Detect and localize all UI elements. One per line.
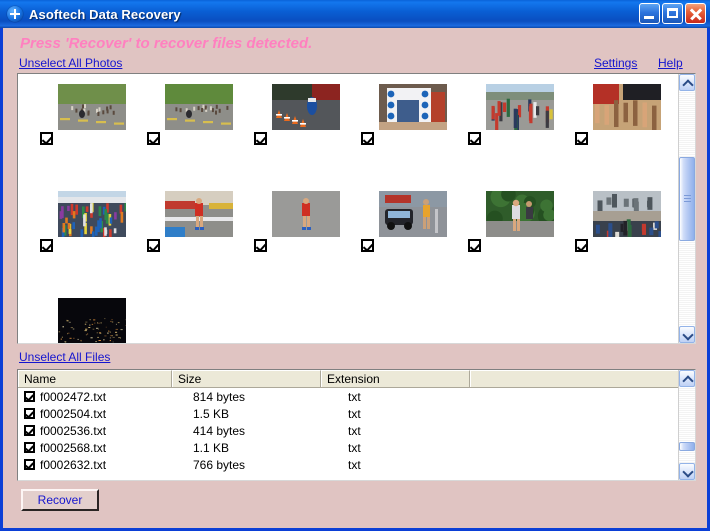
file-name: f0002632.txt: [40, 458, 188, 472]
file-size: 814 bytes: [188, 390, 343, 404]
file-list-panel[interactable]: NameSizeExtension f0002472.txt814 bytest…: [17, 369, 696, 481]
instruction-banner: Press 'Recover' to recover files detecte…: [20, 35, 312, 52]
application-window: Asoftech Data Recovery Press 'Recover' t…: [0, 0, 710, 531]
photo-checkbox[interactable]: [40, 239, 53, 252]
file-size: 1.5 KB: [188, 407, 343, 421]
column-header-blank[interactable]: [470, 370, 679, 387]
file-name: f0002536.txt: [40, 424, 188, 438]
photo-item[interactable]: [254, 191, 354, 269]
scroll-up-arrow[interactable]: [679, 370, 695, 387]
photo-checkbox[interactable]: [468, 132, 481, 145]
photo-checkbox[interactable]: [40, 132, 53, 145]
photo-item[interactable]: [40, 298, 140, 343]
photo-checkbox[interactable]: [147, 132, 160, 145]
file-checkbox[interactable]: [24, 408, 35, 419]
file-row[interactable]: f0002568.txt1.1 KBtxt: [18, 439, 679, 456]
file-checkbox[interactable]: [24, 391, 35, 402]
maximize-button[interactable]: [662, 3, 683, 24]
title-bar[interactable]: Asoftech Data Recovery: [0, 0, 710, 28]
column-header-extension[interactable]: Extension: [321, 370, 470, 387]
photo-thumbnail[interactable]: [272, 191, 340, 237]
file-name: f0002504.txt: [40, 407, 188, 421]
client-area: Press 'Recover' to recover files detecte…: [3, 28, 707, 528]
photo-thumbnail-panel[interactable]: [17, 73, 696, 344]
file-extension: txt: [343, 407, 497, 421]
file-vertical-scrollbar[interactable]: [678, 370, 695, 480]
photo-item[interactable]: [575, 84, 675, 162]
file-size: 414 bytes: [188, 424, 343, 438]
photo-thumbnail[interactable]: [379, 191, 447, 237]
file-row[interactable]: f0002504.txt1.5 KBtxt: [18, 405, 679, 422]
photo-checkbox[interactable]: [575, 239, 588, 252]
photo-item[interactable]: [361, 191, 461, 269]
file-checkbox[interactable]: [24, 442, 35, 453]
file-row[interactable]: f0002472.txt814 bytestxt: [18, 388, 679, 405]
photo-thumbnail[interactable]: [58, 84, 126, 130]
file-size: 766 bytes: [188, 458, 343, 472]
photo-checkbox[interactable]: [468, 239, 481, 252]
file-name: f0002568.txt: [40, 441, 188, 455]
photo-item[interactable]: [254, 84, 354, 162]
photo-scroll-viewport: [18, 74, 678, 343]
photo-item[interactable]: [147, 84, 247, 162]
unselect-all-files-link[interactable]: Unselect All Files: [19, 350, 110, 364]
file-list-rows: f0002472.txt814 bytestxtf0002504.txt1.5 …: [18, 388, 679, 473]
scroll-down-arrow[interactable]: [679, 463, 695, 480]
photo-item[interactable]: [468, 191, 568, 269]
photo-thumbnail[interactable]: [272, 84, 340, 130]
photo-checkbox[interactable]: [361, 132, 374, 145]
photo-thumbnail[interactable]: [165, 191, 233, 237]
file-row[interactable]: f0002536.txt414 bytestxt: [18, 422, 679, 439]
photo-thumbnail[interactable]: [593, 84, 661, 130]
scroll-down-arrow[interactable]: [679, 326, 695, 343]
file-scroll-thumb[interactable]: [679, 442, 695, 451]
file-extension: txt: [343, 390, 497, 404]
photo-item[interactable]: [40, 191, 140, 269]
file-extension: txt: [343, 458, 497, 472]
photo-scroll-thumb[interactable]: [679, 157, 695, 242]
file-scroll-track[interactable]: [679, 387, 695, 463]
file-list-header: NameSizeExtension: [18, 370, 679, 388]
photo-checkbox[interactable]: [254, 132, 267, 145]
minimize-button[interactable]: [639, 3, 660, 24]
photo-thumbnail[interactable]: [165, 84, 233, 130]
unselect-all-photos-link[interactable]: Unselect All Photos: [19, 56, 122, 70]
file-checkbox[interactable]: [24, 459, 35, 470]
photo-thumbnail[interactable]: [593, 191, 661, 237]
photo-thumbnail[interactable]: [486, 84, 554, 130]
plus-circle-icon: [7, 6, 23, 22]
photo-item[interactable]: [361, 84, 461, 162]
photo-thumbnail[interactable]: [486, 191, 554, 237]
photo-thumbnail[interactable]: [379, 84, 447, 130]
photo-checkbox[interactable]: [361, 239, 374, 252]
recover-button[interactable]: Recover: [21, 489, 99, 511]
photo-item[interactable]: [147, 191, 247, 269]
photo-vertical-scrollbar[interactable]: [678, 74, 695, 343]
window-controls: [639, 3, 706, 24]
photo-thumbnail[interactable]: [58, 298, 126, 343]
settings-link[interactable]: Settings: [594, 56, 637, 70]
file-checkbox[interactable]: [24, 425, 35, 436]
photo-checkbox[interactable]: [147, 239, 160, 252]
close-button[interactable]: [685, 3, 706, 24]
photo-thumbnail[interactable]: [58, 191, 126, 237]
column-header-name[interactable]: Name: [18, 370, 172, 387]
scroll-up-arrow[interactable]: [679, 74, 695, 91]
photo-item[interactable]: [575, 191, 675, 269]
photo-item[interactable]: [40, 84, 140, 162]
photo-item[interactable]: [468, 84, 568, 162]
column-header-size[interactable]: Size: [172, 370, 321, 387]
help-link[interactable]: Help: [658, 56, 683, 70]
file-row[interactable]: f0002632.txt766 bytestxt: [18, 456, 679, 473]
file-extension: txt: [343, 424, 497, 438]
window-title: Asoftech Data Recovery: [29, 7, 181, 22]
photo-checkbox[interactable]: [254, 239, 267, 252]
photo-checkbox[interactable]: [575, 132, 588, 145]
file-name: f0002472.txt: [40, 390, 188, 404]
file-size: 1.1 KB: [188, 441, 343, 455]
file-extension: txt: [343, 441, 497, 455]
